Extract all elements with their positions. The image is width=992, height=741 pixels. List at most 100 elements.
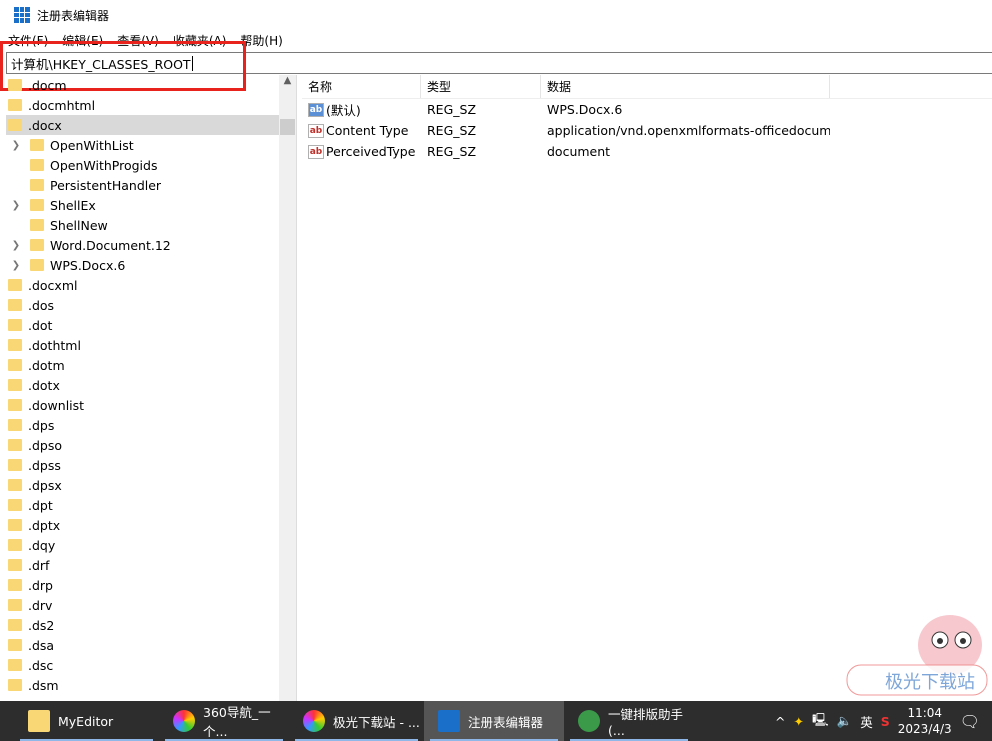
folder-icon	[8, 519, 22, 531]
tree-item[interactable]: .docxml	[6, 275, 296, 295]
chevron-right-icon[interactable]: ❯	[10, 200, 22, 211]
tree-item-label: .downlist	[28, 397, 85, 413]
column-name[interactable]: 名称	[302, 75, 421, 98]
folder-icon	[30, 219, 44, 231]
registry-tree[interactable]: .docm .docmhtml .docx ❯ OpenWithList OpenWith…	[6, 75, 297, 701]
tree-item-label: .dos	[28, 297, 55, 313]
tree-item-label: ShellEx	[50, 197, 96, 213]
tree-item[interactable]: .dpsx	[6, 475, 296, 495]
tree-item-label: .drp	[28, 577, 53, 593]
chevron-right-icon[interactable]: ❯	[10, 140, 22, 151]
tree-item[interactable]: .drp	[6, 575, 296, 595]
watermark-mascot: 极光下载站	[846, 615, 988, 696]
taskbar-item[interactable]: 一键排版助手(...	[564, 701, 694, 741]
value-data: WPS.Docx.6	[547, 102, 623, 117]
folder-icon	[30, 139, 44, 151]
tree-item[interactable]: .dpso	[6, 435, 296, 455]
tree-item-label: OpenWithProgids	[50, 157, 158, 173]
tree-item[interactable]: .dos	[6, 295, 296, 315]
list-header: 名称 类型 数据	[302, 75, 992, 99]
menu-item[interactable]: 查看(V)	[117, 32, 159, 49]
tree-item[interactable]: .dsm	[6, 675, 296, 695]
folder-icon	[30, 159, 44, 171]
menu-item[interactable]: 帮助(H)	[240, 32, 282, 49]
tree-item-label: .drv	[28, 597, 53, 613]
tree-item-label: .dsc	[28, 657, 54, 673]
list-row[interactable]: ab (默认) REG_SZ WPS.Docx.6	[302, 99, 992, 120]
list-row[interactable]: ab PerceivedType REG_SZ document	[302, 141, 992, 162]
notification-icon[interactable]: 🗨	[960, 712, 980, 731]
tree-item[interactable]: .dps	[6, 415, 296, 435]
text-caret	[191, 55, 193, 71]
chevron-up-icon[interactable]: ^	[775, 714, 785, 729]
taskbar-item[interactable]: 极光下载站 - ...	[289, 701, 424, 741]
taskbar-item[interactable]: 360导航_一个...	[159, 701, 289, 741]
chevron-right-icon[interactable]: ❯	[10, 240, 22, 251]
tree-item[interactable]: .dsa	[6, 635, 296, 655]
tree-item-label: .dpss	[28, 457, 61, 473]
folder-icon	[8, 339, 22, 351]
tree-item[interactable]: ShellNew	[6, 215, 296, 235]
tree-item-label: .docmhtml	[28, 97, 96, 113]
wps-icon[interactable]: S	[881, 714, 890, 729]
tree-item[interactable]: OpenWithProgids	[6, 155, 296, 175]
tree-item[interactable]: .dqy	[6, 535, 296, 555]
folder-icon	[8, 279, 22, 291]
column-data[interactable]: 数据	[541, 75, 830, 98]
tree-item-label: .dps	[28, 417, 55, 433]
folder-icon	[8, 119, 22, 131]
folder-icon	[8, 659, 22, 671]
tree-item[interactable]: .docx	[6, 115, 279, 135]
folder-icon	[8, 599, 22, 611]
tree-item[interactable]: ❯ WPS.Docx.6	[6, 255, 296, 275]
address-bar[interactable]: 计算机\HKEY_CLASSES_ROOT	[6, 52, 992, 74]
menu-item[interactable]: 文件(F)	[8, 32, 48, 49]
folder-icon	[8, 399, 22, 411]
menu-item[interactable]: 收藏夹(A)	[173, 32, 227, 49]
clock-date: 2023/4/3	[897, 722, 952, 736]
tree-item-label: .drf	[28, 557, 50, 573]
taskbar-item[interactable]: 注册表编辑器	[424, 701, 564, 741]
tree-item-label: .dpt	[28, 497, 53, 513]
tree-item[interactable]: .drf	[6, 555, 296, 575]
tree-item[interactable]: .docmhtml	[6, 95, 296, 115]
tree-item[interactable]: ❯ Word.Document.12	[6, 235, 296, 255]
tree-item[interactable]: .dpss	[6, 455, 296, 475]
tree-scrollbar[interactable]: ▲	[279, 75, 296, 701]
volume-icon[interactable]: 🔈	[837, 713, 853, 729]
scrollbar-thumb[interactable]	[280, 119, 295, 135]
taskbar-item[interactable]: MyEditor	[14, 701, 159, 741]
tree-item[interactable]: .dpt	[6, 495, 296, 515]
tree-item[interactable]: .downlist	[6, 395, 296, 415]
folder-icon	[8, 99, 22, 111]
tree-item[interactable]: .docm	[6, 75, 296, 95]
address-text[interactable]: 计算机\HKEY_CLASSES_ROOT	[11, 54, 191, 73]
tree-item[interactable]: .dptx	[6, 515, 296, 535]
menu-item[interactable]: 编辑(E)	[62, 32, 103, 49]
tree-item[interactable]: ❯ OpenWithList	[6, 135, 296, 155]
color-pinwheel-icon[interactable]: ✦	[794, 714, 804, 729]
clock[interactable]: 11:04 2023/4/3	[898, 705, 952, 737]
tree-item[interactable]: .dothtml	[6, 335, 296, 355]
folder-icon	[8, 319, 22, 331]
scroll-up-icon[interactable]: ▲	[279, 75, 296, 92]
chevron-right-icon[interactable]: ❯	[10, 260, 22, 271]
tree-item[interactable]: .dotx	[6, 375, 296, 395]
tree-item[interactable]: .drv	[6, 595, 296, 615]
string-value-icon: ab	[308, 123, 324, 138]
tree-item-label: .dotm	[28, 357, 65, 373]
network-icon[interactable]: 🖳	[812, 711, 829, 732]
tree-item[interactable]: .ds2	[6, 615, 296, 635]
list-row[interactable]: ab Content Type REG_SZ application/vnd.open…	[302, 120, 992, 141]
folder-icon	[8, 299, 22, 311]
tree-item[interactable]: .dsc	[6, 655, 296, 675]
tree-item[interactable]: .dotm	[6, 355, 296, 375]
value-name: ab Content Type	[302, 123, 421, 138]
column-type[interactable]: 类型	[421, 75, 541, 98]
tree-item[interactable]: ❯ ShellEx	[6, 195, 296, 215]
taskbar-item-label: 极光下载站 - ...	[333, 714, 420, 730]
tree-item[interactable]: PersistentHandler	[6, 175, 296, 195]
tree-item-label: .docxml	[28, 277, 78, 293]
tree-item[interactable]: .dot	[6, 315, 296, 335]
ime-indicator[interactable]: 英	[860, 712, 873, 731]
